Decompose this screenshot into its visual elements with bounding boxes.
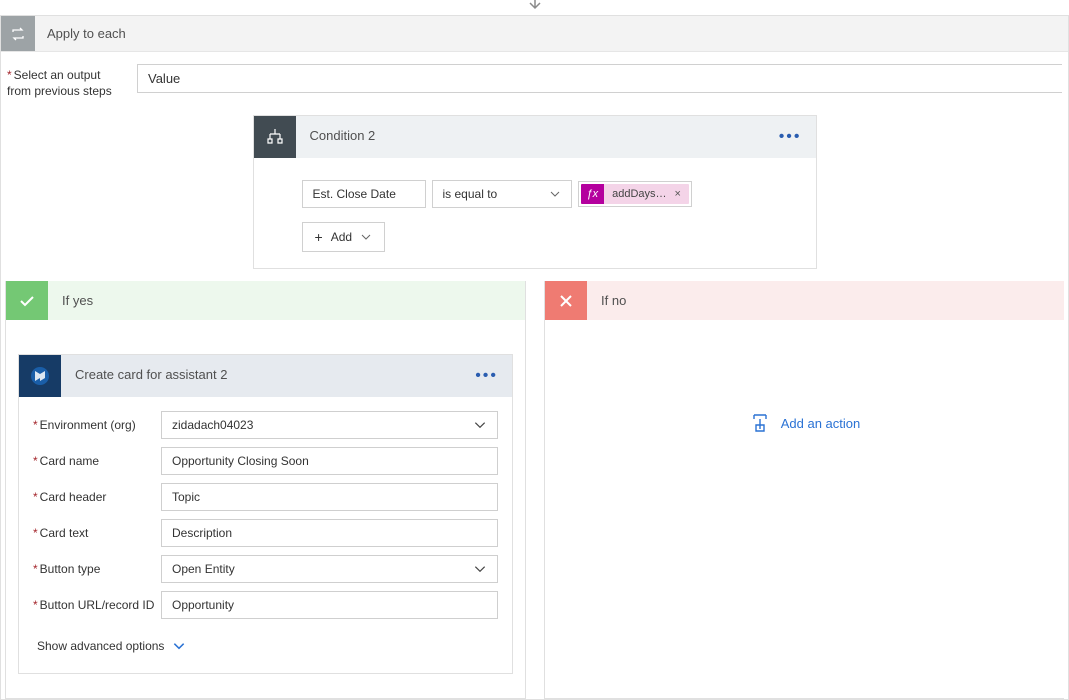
condition-card: Condition 2 ••• Est. Close Date is equal… xyxy=(253,115,817,269)
button-type-value: Open Entity xyxy=(172,562,235,576)
chevron-down-icon xyxy=(360,231,372,243)
select-output-input[interactable]: Value xyxy=(137,64,1062,93)
card-text-label: *Card text xyxy=(33,526,161,540)
condition-header[interactable]: Condition 2 ••• xyxy=(254,116,816,158)
if-no-branch: If no Add an action xyxy=(544,281,1064,699)
condition-left-operand[interactable]: Est. Close Date xyxy=(302,180,426,208)
create-card-body: *Environment (org) zidadach04023 *Card n… xyxy=(19,397,512,673)
button-type-label: *Button type xyxy=(33,562,161,576)
show-advanced-options[interactable]: Show advanced options xyxy=(33,627,498,667)
select-output-label-line2: from previous steps xyxy=(7,84,112,98)
card-header-value: Topic xyxy=(172,490,200,504)
if-yes-header[interactable]: If yes xyxy=(6,281,525,320)
select-output-label: *Select an output from previous steps xyxy=(7,64,137,99)
if-yes-label: If yes xyxy=(48,281,525,320)
select-output-value: Value xyxy=(148,71,180,86)
card-header-input[interactable]: Topic xyxy=(161,483,498,511)
add-action-label: Add an action xyxy=(781,416,861,431)
create-card-menu-button[interactable]: ••• xyxy=(461,355,512,397)
environment-value: zidadach04023 xyxy=(172,418,253,432)
condition-icon xyxy=(254,116,296,158)
condition-right-operand[interactable]: ƒx addDays… × xyxy=(578,181,692,207)
card-name-label: *Card name xyxy=(33,454,161,468)
close-icon xyxy=(545,281,587,320)
select-output-label-line1: Select an output xyxy=(14,68,101,82)
fx-icon: ƒx xyxy=(581,184,605,204)
button-url-input[interactable]: Opportunity xyxy=(161,591,498,619)
button-type-row: *Button type Open Entity xyxy=(33,555,498,583)
condition-body: Est. Close Date is equal to ƒx addDays… … xyxy=(254,158,816,268)
chevron-down-icon xyxy=(473,562,487,576)
condition-title: Condition 2 xyxy=(296,116,765,158)
environment-label: *Environment (org) xyxy=(33,418,161,432)
apply-to-each-container: Apply to each *Select an output from pre… xyxy=(0,15,1069,700)
loop-icon xyxy=(1,16,35,51)
check-icon xyxy=(6,281,48,320)
card-name-row: *Card name Opportunity Closing Soon xyxy=(33,447,498,475)
if-no-label: If no xyxy=(587,281,1064,320)
card-text-value: Description xyxy=(172,526,232,540)
add-action-icon xyxy=(749,412,771,434)
card-header-label: *Card header xyxy=(33,490,161,504)
chevron-down-icon xyxy=(172,639,186,653)
dynamics-icon xyxy=(19,355,61,397)
apply-to-each-header[interactable]: Apply to each xyxy=(1,16,1068,52)
condition-menu-button[interactable]: ••• xyxy=(765,116,816,158)
add-condition-row-button[interactable]: + Add xyxy=(302,222,386,252)
button-type-select[interactable]: Open Entity xyxy=(161,555,498,583)
button-url-value: Opportunity xyxy=(172,598,234,612)
card-text-input[interactable]: Description xyxy=(161,519,498,547)
create-card-title: Create card for assistant 2 xyxy=(61,355,461,397)
add-action-button[interactable]: Add an action xyxy=(749,412,861,434)
if-yes-branch: If yes Create card for assistant 2 ••• xyxy=(5,281,526,699)
card-header-row: *Card header Topic xyxy=(33,483,498,511)
condition-row: Est. Close Date is equal to ƒx addDays… … xyxy=(302,180,806,208)
show-advanced-label: Show advanced options xyxy=(37,639,164,653)
expression-remove-button[interactable]: × xyxy=(671,184,689,204)
condition-operator-value: is equal to xyxy=(443,187,498,201)
apply-to-each-title: Apply to each xyxy=(35,16,1068,51)
create-card-header[interactable]: Create card for assistant 2 ••• xyxy=(19,355,512,397)
if-no-header[interactable]: If no xyxy=(545,281,1064,320)
flow-connector-arrow xyxy=(0,0,1069,15)
card-name-input[interactable]: Opportunity Closing Soon xyxy=(161,447,498,475)
card-text-row: *Card text Description xyxy=(33,519,498,547)
plus-icon: + xyxy=(315,229,323,245)
chevron-down-icon xyxy=(549,188,561,200)
button-url-row: *Button URL/record ID Opportunity xyxy=(33,591,498,619)
chevron-down-icon xyxy=(473,418,487,432)
add-button-label: Add xyxy=(331,230,352,244)
environment-select[interactable]: zidadach04023 xyxy=(161,411,498,439)
condition-operator-select[interactable]: is equal to xyxy=(432,180,572,208)
add-action-container: Add an action xyxy=(557,354,1052,437)
expression-text: addDays… xyxy=(604,184,670,204)
create-card-action: Create card for assistant 2 ••• *Environ… xyxy=(18,354,513,674)
select-output-row: *Select an output from previous steps Va… xyxy=(1,64,1068,115)
condition-branches: If yes Create card for assistant 2 ••• xyxy=(1,281,1068,699)
card-name-value: Opportunity Closing Soon xyxy=(172,454,309,468)
environment-row: *Environment (org) zidadach04023 xyxy=(33,411,498,439)
button-url-label: *Button URL/record ID xyxy=(33,598,161,612)
expression-token[interactable]: ƒx addDays… × xyxy=(581,184,689,204)
